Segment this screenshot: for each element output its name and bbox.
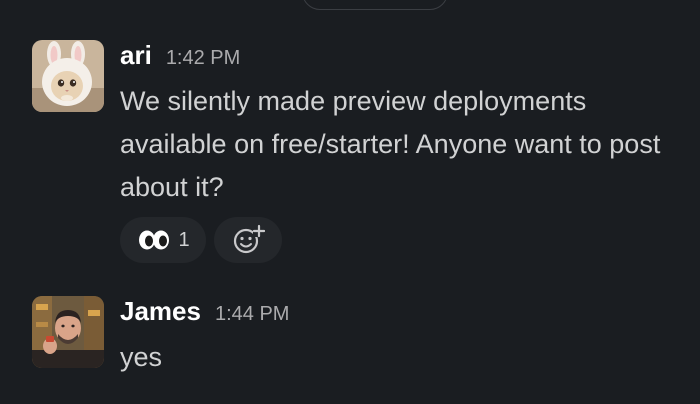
- message-timestamp[interactable]: 1:42 PM: [166, 47, 240, 70]
- message-text: yes: [120, 342, 163, 372]
- date-divider-pill[interactable]: [302, 0, 448, 10]
- avatar-james[interactable]: [32, 296, 104, 368]
- person-photo-icon: [32, 296, 104, 368]
- avatar-ari[interactable]: [32, 40, 104, 112]
- author-name[interactable]: ari: [120, 40, 152, 71]
- reaction-bar: 1: [120, 217, 282, 263]
- message-header: James 1:44 PM: [120, 296, 289, 327]
- add-reaction-button[interactable]: [214, 217, 282, 263]
- message-header: ari 1:42 PM: [120, 40, 240, 71]
- eyes-emoji-icon: [139, 230, 170, 250]
- add-reaction-icon: [233, 224, 265, 254]
- author-name[interactable]: James: [120, 296, 201, 327]
- message-text: We silently made preview deployments ava…: [120, 86, 661, 202]
- bunny-hat-cat-icon: [32, 40, 104, 112]
- message-timestamp[interactable]: 1:44 PM: [215, 303, 289, 326]
- reaction-count: 1: [178, 228, 190, 251]
- reaction-eyes[interactable]: 1: [120, 217, 206, 263]
